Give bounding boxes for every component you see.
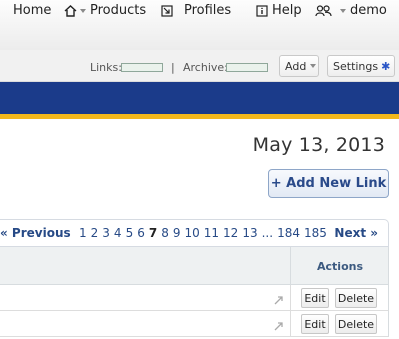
delete-button[interactable]: Delete: [335, 314, 377, 334]
info-icon: [255, 4, 269, 18]
table-header: Actions: [0, 247, 389, 285]
edit-button[interactable]: Edit: [301, 288, 329, 308]
page-link[interactable]: 9: [173, 226, 181, 240]
page-numbers: 1 2 3 4 5 6 7 8 9 10 11 12 13... 184 185: [79, 226, 331, 240]
page-link[interactable]: 12: [223, 226, 238, 240]
external-link-icon[interactable]: [273, 291, 285, 305]
nav-home[interactable]: Home: [13, 3, 51, 18]
nav-help-label: Help: [272, 3, 302, 18]
toolbar: Links: | Archive: Add Settings ✱: [0, 50, 399, 82]
page-link: 7: [148, 226, 158, 240]
row-actions: Edit Delete: [290, 311, 389, 337]
add-label: Add: [285, 59, 307, 73]
page-link[interactable]: 11: [204, 226, 219, 240]
settings-label: Settings: [333, 59, 379, 73]
header-accent-stripe: [0, 114, 399, 119]
nav-user-menu[interactable]: demo: [314, 3, 387, 18]
delete-button[interactable]: Delete: [335, 288, 377, 308]
nav-profiles[interactable]: Profiles: [160, 3, 231, 18]
page-link[interactable]: 6: [137, 226, 145, 240]
row-actions: Edit Delete: [290, 285, 389, 311]
nav-home-label: Home: [13, 3, 52, 18]
page-link[interactable]: 2: [91, 226, 99, 240]
page-ellipsis: ...: [261, 226, 274, 240]
external-link-icon[interactable]: [273, 317, 285, 331]
settings-button[interactable]: Settings ✱: [327, 55, 395, 77]
chevron-down-icon: [80, 8, 86, 13]
page-link[interactable]: 1: [79, 226, 87, 240]
links-meter: [121, 63, 163, 72]
page-date: May 13, 2013: [252, 134, 385, 156]
add-new-link-button[interactable]: + Add New Link: [268, 169, 389, 198]
actions-column-header: Actions: [290, 247, 389, 285]
profiles-icon: [160, 4, 174, 18]
previous-page-link[interactable]: « Previous: [0, 226, 71, 240]
table-row: Edit Delete: [0, 285, 389, 311]
page-link[interactable]: 4: [114, 226, 122, 240]
page-link[interactable]: 13: [242, 226, 257, 240]
users-icon: [314, 4, 332, 18]
next-page-link[interactable]: Next »: [334, 226, 378, 240]
nav-help[interactable]: Help: [255, 3, 302, 18]
page-link[interactable]: 185: [304, 226, 327, 240]
nav-products-label: Products: [90, 3, 147, 18]
archive-label: Archive:: [183, 61, 228, 74]
links-label: Links:: [90, 61, 122, 74]
toolbar-separator: |: [171, 61, 175, 74]
header-band: [0, 82, 399, 114]
page-link[interactable]: 5: [126, 226, 134, 240]
pagination: « Previous 1 2 3 4 5 6 7 8 9 10 11 12 13... 184 185 Ne…: [0, 219, 389, 247]
chevron-down-icon: [340, 8, 346, 13]
page-link[interactable]: 184: [277, 226, 300, 240]
page-link[interactable]: 10: [184, 226, 199, 240]
archive-meter: [226, 63, 268, 72]
add-dropdown-button[interactable]: Add: [279, 55, 319, 77]
nav-products[interactable]: Products: [63, 3, 146, 18]
home-icon: [63, 4, 77, 18]
page-link[interactable]: 3: [102, 226, 110, 240]
edit-button[interactable]: Edit: [301, 314, 329, 334]
table-row: Edit Delete: [0, 311, 389, 337]
chevron-down-icon: [310, 64, 317, 68]
page-link[interactable]: 8: [161, 226, 169, 240]
nav-user-label: demo: [350, 3, 387, 18]
gear-icon: ✱: [381, 59, 391, 73]
top-nav: Home Products Profiles Help demo: [0, 0, 399, 50]
nav-profiles-label: Profiles: [184, 3, 232, 18]
